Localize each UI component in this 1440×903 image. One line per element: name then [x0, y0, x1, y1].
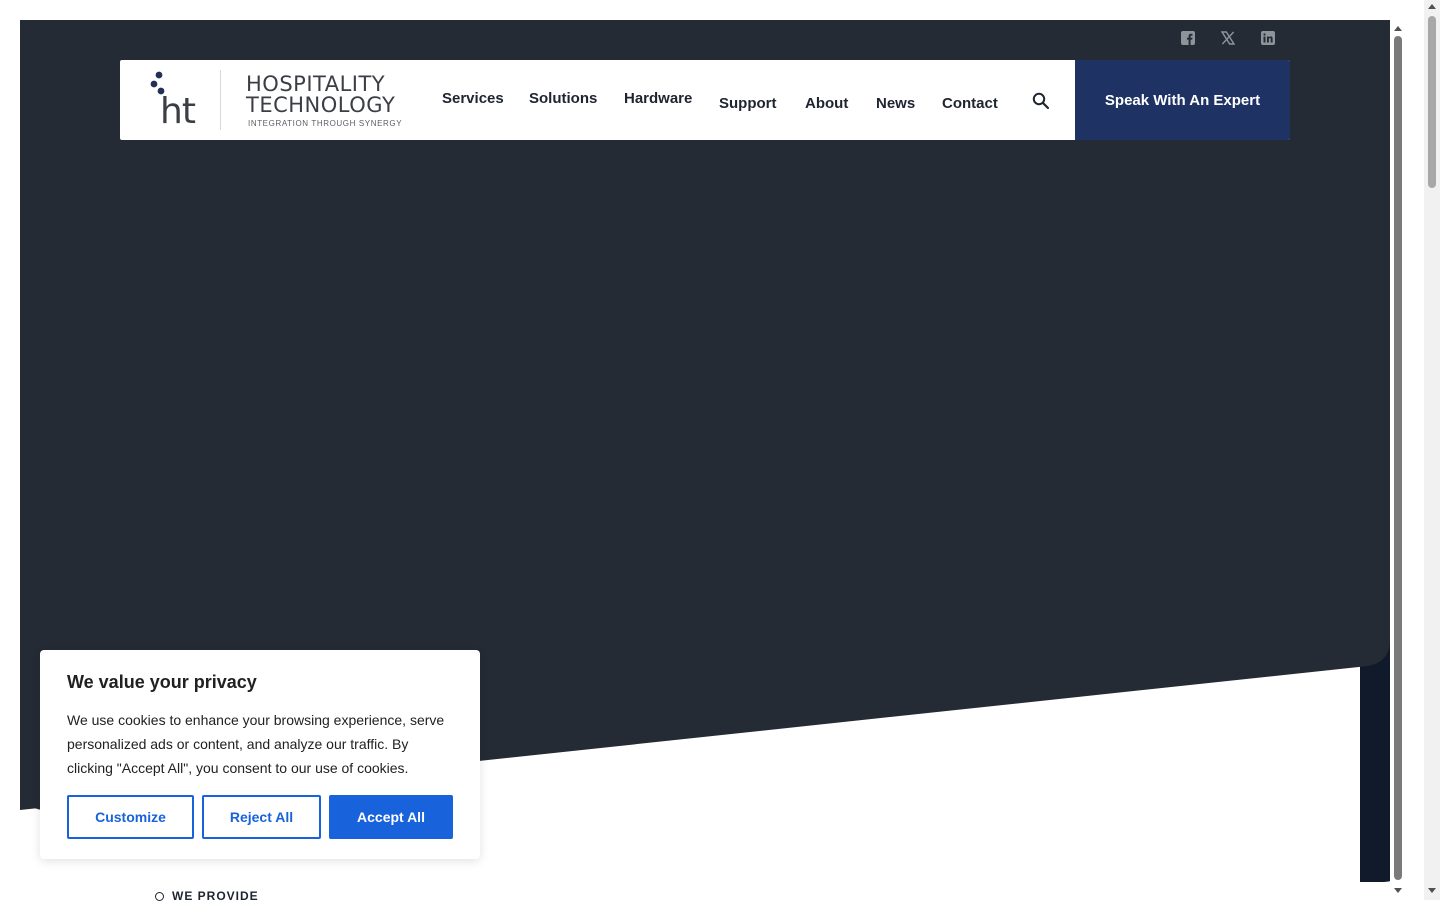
facebook-icon[interactable]: [1180, 30, 1196, 46]
nav-services[interactable]: Services: [442, 90, 504, 107]
nav-contact[interactable]: Contact: [942, 95, 998, 112]
cookie-consent-banner: We value your privacy We use cookies to …: [40, 650, 480, 859]
logo-mark: ht: [160, 91, 196, 132]
nav-about[interactable]: About: [805, 95, 848, 112]
page-scrollbar-thumb[interactable]: [1428, 16, 1436, 188]
page-scroll-down-icon[interactable]: [1428, 888, 1436, 893]
cookie-reject-all-button[interactable]: Reject All: [202, 795, 321, 839]
site-header: ht HOSPITALITY TECHNOLOGY INTEGRATION TH…: [120, 60, 1290, 140]
page-scroll-up-icon[interactable]: [1428, 4, 1436, 9]
inner-scroll-up-icon[interactable]: [1394, 26, 1402, 31]
cookie-accept-all-button[interactable]: Accept All: [329, 795, 453, 839]
search-icon[interactable]: [1032, 92, 1050, 110]
logo-tagline: INTEGRATION THROUGH SYNERGY: [248, 119, 403, 128]
nav-news[interactable]: News: [876, 95, 915, 112]
logo-divider: [220, 70, 221, 130]
nav-hardware[interactable]: Hardware: [624, 90, 692, 107]
logo-name-line1: HOSPITALITY: [246, 72, 386, 96]
section-eyebrow: WE PROVIDE: [155, 889, 259, 903]
x-icon[interactable]: [1220, 30, 1236, 46]
logo-name-line2: TECHNOLOGY: [246, 93, 396, 117]
inner-scrollbar-thumb[interactable]: [1394, 36, 1402, 880]
speak-with-expert-button[interactable]: Speak With An Expert: [1075, 60, 1290, 140]
inner-scroll-down-icon[interactable]: [1394, 888, 1402, 893]
eyebrow-label: WE PROVIDE: [172, 889, 259, 903]
cookie-customize-button[interactable]: Customize: [67, 795, 194, 839]
cookie-description: We use cookies to enhance your browsing …: [67, 712, 445, 776]
social-links: [1180, 30, 1276, 46]
site-logo[interactable]: ht HOSPITALITY TECHNOLOGY INTEGRATION TH…: [148, 70, 408, 130]
eyebrow-circle-icon: [155, 891, 164, 901]
nav-support[interactable]: Support: [719, 95, 777, 112]
linkedin-icon[interactable]: [1260, 30, 1276, 46]
cookie-title: We value your privacy: [67, 672, 257, 692]
nav-solutions[interactable]: Solutions: [529, 90, 597, 107]
